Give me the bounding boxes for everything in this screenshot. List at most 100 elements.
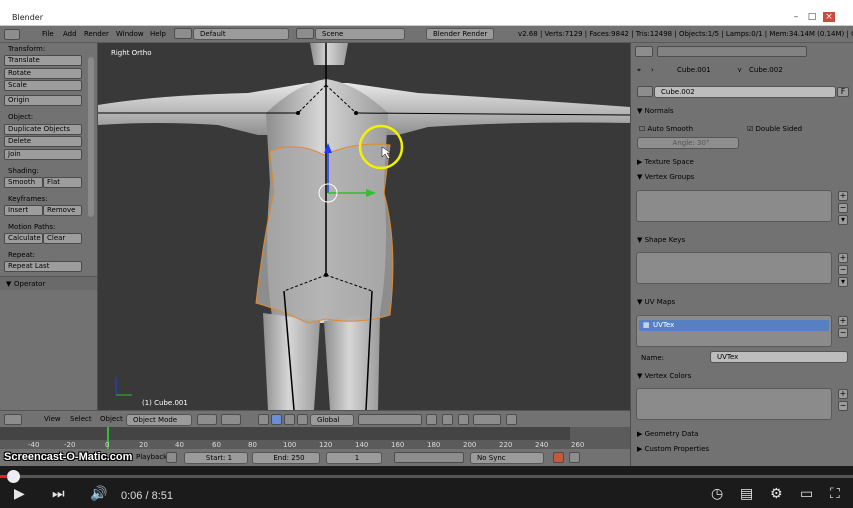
sync-select[interactable]: No Sync [470,452,544,464]
menu-select[interactable]: Select [70,415,92,423]
remove-keyframe-button[interactable]: Remove [43,205,82,216]
delete-button[interactable]: Delete [4,136,82,147]
layout-field[interactable]: Default [193,28,289,40]
origin-button[interactable]: Origin [4,95,82,106]
custom-properties-panel-header[interactable]: ▶ Custom Properties [637,445,709,453]
end-frame-field[interactable]: End: 250 [252,452,320,464]
menu-file[interactable]: File [42,30,54,38]
vertex-color-remove-button[interactable]: − [838,401,848,411]
translate-button[interactable]: Translate [4,55,82,66]
scale-manip-icon[interactable] [297,414,308,425]
vertex-color-add-button[interactable]: + [838,389,848,399]
shape-keys-panel-header[interactable]: ▼ Shape Keys [637,236,685,244]
breadcrumb-mesh[interactable]: Cube.002 [749,66,783,74]
menu-add[interactable]: Add [63,30,77,38]
shape-key-menu-button[interactable]: ▾ [838,277,848,287]
manipulator-icon[interactable] [258,414,269,425]
keying-icon[interactable] [166,452,177,463]
vertex-groups-panel-header[interactable]: ▼ Vertex Groups [637,173,694,181]
auto-smooth-checkbox[interactable]: ☐ Auto Smooth [639,125,693,133]
mode-select[interactable]: Object Mode [126,414,192,426]
view3d-editor-icon[interactable] [4,414,22,425]
smooth-button[interactable]: Smooth [4,177,43,188]
translate-manip-icon[interactable] [271,414,282,425]
uv-map-item[interactable]: ▦ UVTex [639,320,829,331]
settings-gear-icon[interactable]: ⚙ [770,486,783,502]
shape-keys-list[interactable] [636,252,832,284]
scale-button[interactable]: Scale [4,80,82,91]
captions-icon[interactable]: ▤ [740,486,753,502]
angle-field[interactable]: Angle: 30° [637,137,739,149]
playback-controls-icon[interactable] [394,452,464,463]
menu-object[interactable]: Object [100,415,123,423]
shading-icon[interactable] [197,414,217,425]
fullscreen-icon[interactable]: ⛶ [830,486,840,502]
texture-space-panel-header[interactable]: ▶ Texture Space [637,158,694,166]
orientation-select[interactable]: Global [310,414,354,426]
flat-button[interactable]: Flat [43,177,82,188]
render-icon[interactable] [506,414,517,425]
menu-playback[interactable]: Playback [136,453,167,461]
vertex-group-menu-button[interactable]: ▾ [838,215,848,225]
menu-help[interactable]: Help [150,30,166,38]
scene-field[interactable]: Scene [315,28,405,40]
vertex-group-add-button[interactable]: + [838,191,848,201]
tool-shelf-scrollbar[interactable] [88,57,94,217]
timeline[interactable]: -40 -20 0 20 40 60 80 100 120 140 160 18… [0,427,630,449]
proportional-icon[interactable] [442,414,453,425]
geometry-data-panel-header[interactable]: ▶ Geometry Data [637,430,698,438]
insert-keyframe-button[interactable]: Insert [4,205,43,216]
breadcrumb-object[interactable]: Cube.001 [677,66,711,74]
join-button[interactable]: Join [4,149,82,160]
minimize-icon[interactable]: – [790,12,802,22]
mesh-browse-icon[interactable] [637,86,653,97]
mesh-name-field[interactable]: Cube.002 [654,86,836,98]
play-icon[interactable]: ▶ [14,486,25,502]
menu-render[interactable]: Render [84,30,109,38]
calculate-button[interactable]: Calculate [4,233,43,244]
pivot-icon[interactable] [221,414,241,425]
render-engine-select[interactable]: Blender Render [426,28,494,40]
operator-panel-header[interactable]: ▼ Operator [0,276,97,290]
lock-camera-icon[interactable] [426,414,437,425]
shape-key-add-button[interactable]: + [838,253,848,263]
uv-maps-list[interactable]: ▦ UVTex [636,315,832,347]
layers-icon[interactable] [358,414,422,425]
uv-maps-panel-header[interactable]: ▼ UV Maps [637,298,675,306]
snap-icon[interactable] [458,414,469,425]
scene-icon[interactable] [296,28,314,39]
clear-button[interactable]: Clear [43,233,82,244]
3d-viewport[interactable]: Right Ortho (1) Cube.001 [98,43,630,410]
progress-track[interactable] [0,475,853,478]
uv-map-add-button[interactable]: + [838,316,848,326]
properties-editor-icon[interactable] [635,46,653,57]
uv-name-field[interactable]: UVTex [710,351,848,363]
snap-element-icon[interactable] [473,414,501,425]
rotate-button[interactable]: Rotate [4,68,82,79]
vertex-colors-list[interactable] [636,388,832,420]
rotate-manip-icon[interactable] [284,414,295,425]
repeat-last-button[interactable]: Repeat Last [4,261,82,272]
close-icon[interactable]: × [823,12,835,22]
screen-layout-icon[interactable] [174,28,192,39]
menu-window[interactable]: Window [116,30,144,38]
watch-later-icon[interactable]: ◷ [711,486,723,502]
current-frame-field[interactable]: 1 [326,452,382,464]
keyframe-icon[interactable] [569,452,580,463]
normals-panel-header[interactable]: ▼ Normals [637,107,674,115]
progress-handle[interactable] [7,470,21,483]
fake-user-button[interactable]: F [837,87,849,97]
shape-key-remove-button[interactable]: − [838,265,848,275]
context-tabs-icon[interactable] [657,46,807,57]
duplicate-objects-button[interactable]: Duplicate Objects [4,124,82,135]
start-frame-field[interactable]: Start: 1 [184,452,248,464]
volume-icon[interactable]: 🔊 [90,486,107,502]
next-icon[interactable]: ⏭ [52,486,65,502]
vertex-colors-panel-header[interactable]: ▼ Vertex Colors [637,372,691,380]
maximize-icon[interactable]: □ [806,12,818,22]
editor-type-icon[interactable] [4,29,20,40]
record-icon[interactable] [553,452,564,463]
double-sided-checkbox[interactable]: ☑ Double Sided [747,125,802,133]
uv-map-remove-button[interactable]: − [838,328,848,338]
theater-mode-icon[interactable]: ▭ [800,486,813,502]
